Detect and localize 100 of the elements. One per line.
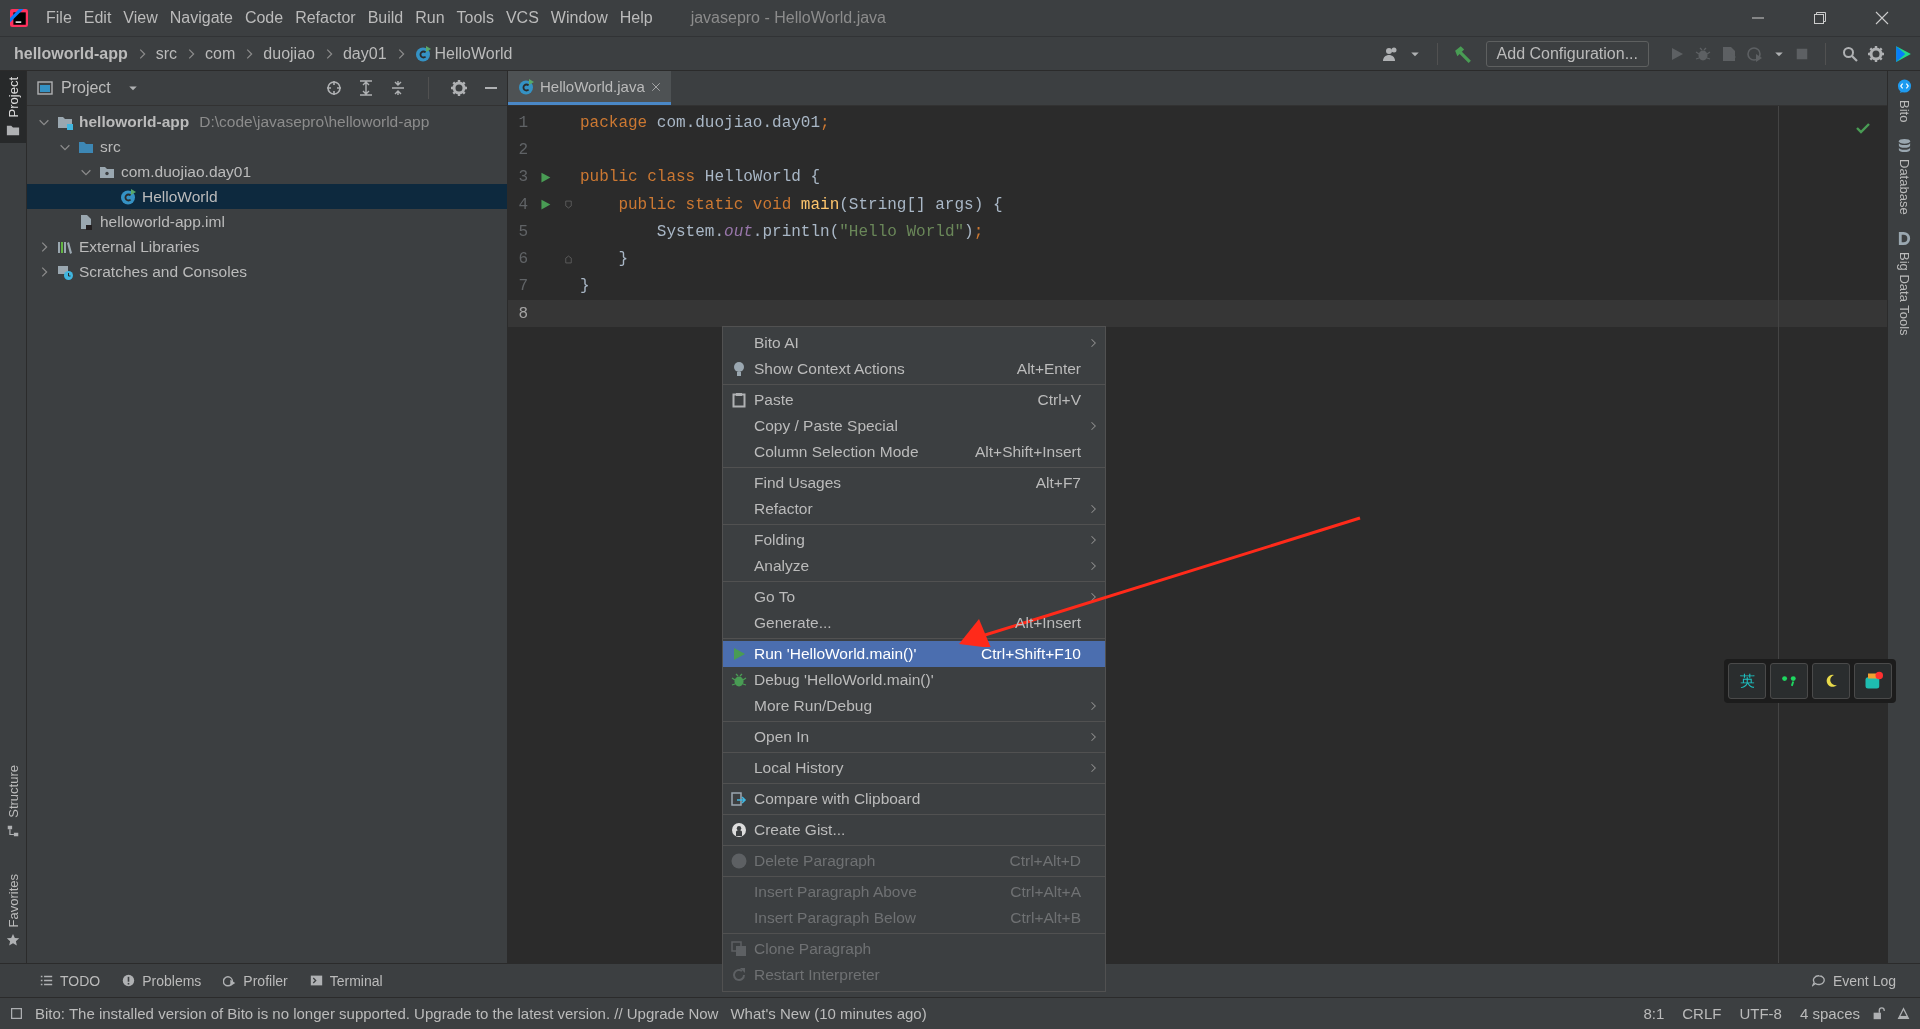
lock-icon[interactable] bbox=[1872, 1007, 1885, 1020]
menu-item[interactable]: Create Gist... bbox=[723, 817, 1105, 843]
warning-icon bbox=[122, 974, 136, 987]
search-icon[interactable] bbox=[1842, 45, 1858, 62]
menu-item[interactable]: Go To bbox=[723, 584, 1105, 610]
tree-item[interactable]: src bbox=[27, 134, 507, 159]
editor-tab[interactable]: HelloWorld.java bbox=[508, 71, 671, 105]
menu-item[interactable]: Build bbox=[361, 9, 410, 27]
tree-item[interactable]: helloworld-app D:\code\javasepro\helloworld-app bbox=[27, 109, 507, 134]
menu-item[interactable]: Paste Ctrl+V bbox=[723, 387, 1105, 413]
tool-window-icon bbox=[6, 123, 20, 138]
window-title: javasepro - HelloWorld.java bbox=[690, 9, 886, 27]
ime-button[interactable] bbox=[1770, 663, 1808, 699]
tree-item[interactable]: Scratches and Consoles bbox=[27, 259, 507, 284]
breadcrumb-item[interactable]: helloworld-app bbox=[14, 44, 128, 63]
status-message: Bito: The installed version of Bito is no longer supported. Upgrade to the latest version. // Upgrade Now bbox=[35, 1005, 719, 1022]
menu-item[interactable]: Run 'HelloWorld.main()' Ctrl+Shift+F10 bbox=[723, 641, 1105, 667]
menu-item[interactable]: VCS bbox=[499, 9, 545, 27]
close-icon[interactable] bbox=[1874, 10, 1890, 26]
menu-item[interactable]: Compare with Clipboard bbox=[723, 786, 1105, 812]
fold-icon bbox=[562, 199, 574, 211]
tool-window-button[interactable]: Profiler bbox=[223, 972, 288, 989]
app-logo-icon[interactable] bbox=[10, 9, 28, 27]
breadcrumb-item[interactable]: com bbox=[205, 44, 236, 63]
menu-item[interactable]: Window bbox=[544, 9, 614, 27]
line-number: 3 bbox=[517, 168, 528, 187]
tree-item[interactable]: External Libraries bbox=[27, 234, 507, 259]
tool-window-button[interactable]: Event Log bbox=[1811, 972, 1896, 989]
menu-item[interactable]: Debug 'HelloWorld.main()' bbox=[723, 667, 1105, 693]
status-item[interactable]: UTF-8 bbox=[1739, 1005, 1782, 1022]
tool-window-button[interactable]: Problems bbox=[122, 972, 202, 989]
breadcrumb-item[interactable]: HelloWorld bbox=[434, 44, 513, 63]
tree-item[interactable]: HelloWorld bbox=[27, 184, 507, 209]
menu-item[interactable]: Edit bbox=[77, 9, 118, 27]
menu-item[interactable]: Bito AI bbox=[723, 330, 1105, 356]
menu-item[interactable]: Find Usages Alt+F7 bbox=[723, 470, 1105, 496]
tool-window-icon bbox=[1896, 138, 1912, 154]
restore-icon[interactable] bbox=[1812, 10, 1828, 26]
menu-item[interactable]: More Run/Debug bbox=[723, 693, 1105, 719]
restart-icon bbox=[730, 967, 747, 983]
line-number: 7 bbox=[517, 277, 528, 296]
panel-title[interactable]: Project bbox=[61, 79, 111, 97]
tool-window-button[interactable]: Structure bbox=[0, 758, 26, 844]
menu-item[interactable]: Folding bbox=[723, 527, 1105, 553]
menu-item[interactable]: Refactor bbox=[289, 9, 362, 27]
add-configuration-button[interactable]: Add Configuration... bbox=[1485, 40, 1649, 67]
tree-item[interactable]: com.duojiao.day01 bbox=[27, 159, 507, 184]
menu-item[interactable]: Copy / Paste Special bbox=[723, 413, 1105, 439]
status-item[interactable]: 8:1 bbox=[1643, 1005, 1665, 1022]
run-gutter-icon[interactable] bbox=[538, 170, 552, 184]
collapse-all-icon[interactable] bbox=[390, 80, 406, 96]
class-icon bbox=[518, 78, 534, 95]
circle-icon bbox=[730, 853, 747, 869]
locate-icon[interactable] bbox=[326, 80, 342, 96]
tool-window-button[interactable]: Database bbox=[1888, 138, 1920, 216]
menu-item[interactable]: Run bbox=[409, 9, 451, 27]
ime-button[interactable] bbox=[1854, 663, 1892, 699]
settings-icon[interactable] bbox=[451, 80, 467, 96]
menu-item[interactable]: Tools bbox=[450, 9, 500, 27]
status-item[interactable]: 4 spaces bbox=[1799, 1005, 1860, 1022]
breadcrumb-item[interactable]: day01 bbox=[342, 44, 387, 63]
menu-item[interactable]: Column Selection Mode Alt+Shift+Insert bbox=[723, 439, 1105, 465]
people-icon[interactable] bbox=[1382, 45, 1399, 62]
run-gutter-icon[interactable] bbox=[538, 198, 552, 212]
tool-window-button[interactable]: Project bbox=[0, 71, 26, 144]
terminal-icon bbox=[309, 974, 323, 987]
code-line: System.out.println("Hello World"); bbox=[655, 222, 984, 241]
menu-item[interactable]: Analyze bbox=[723, 553, 1105, 579]
close-icon[interactable] bbox=[650, 81, 661, 92]
list-icon bbox=[40, 974, 53, 987]
breadcrumb-item[interactable]: duojiao bbox=[263, 44, 315, 63]
line-number: 5 bbox=[517, 222, 528, 241]
menu-item[interactable]: Code bbox=[238, 9, 290, 27]
menu-item[interactable]: Open In bbox=[723, 724, 1105, 750]
plugin-logo-icon[interactable] bbox=[1894, 44, 1912, 63]
class-icon bbox=[120, 188, 136, 205]
settings-icon[interactable] bbox=[1868, 45, 1884, 62]
tool-window-button[interactable]: Big Data Tools bbox=[1888, 231, 1920, 336]
layout-icon[interactable] bbox=[10, 1007, 23, 1020]
expand-all-icon[interactable] bbox=[358, 80, 374, 96]
menu-item[interactable]: Local History bbox=[723, 755, 1105, 781]
menu-item[interactable]: View bbox=[117, 9, 164, 27]
tool-window-button[interactable]: Bito bbox=[1888, 79, 1920, 123]
hammer-icon[interactable] bbox=[1453, 44, 1472, 63]
tool-window-button[interactable]: Favorites bbox=[0, 867, 26, 953]
status-item[interactable]: CRLF bbox=[1682, 1005, 1722, 1022]
breadcrumb-item[interactable]: src bbox=[155, 44, 178, 63]
line-number: 8 bbox=[517, 304, 528, 323]
shortcut-text: Ctrl+Shift+F10 bbox=[981, 645, 1081, 663]
menu-item[interactable]: Show Context Actions Alt+Enter bbox=[723, 356, 1105, 382]
tool-window-button[interactable]: Terminal bbox=[309, 972, 383, 989]
menu-item[interactable]: File bbox=[40, 9, 78, 27]
tool-window-button[interactable]: TODO bbox=[40, 972, 101, 989]
ime-button[interactable]: 英 bbox=[1728, 663, 1766, 699]
menu-item[interactable]: Help bbox=[613, 9, 659, 27]
tree-item[interactable]: helloworld-app.iml bbox=[27, 209, 507, 234]
ime-button[interactable] bbox=[1812, 663, 1850, 699]
menu-item[interactable]: Navigate bbox=[163, 9, 239, 27]
module-path: D:\code\javasepro\helloworld-app bbox=[199, 112, 430, 131]
menu-item[interactable]: Refactor bbox=[723, 496, 1105, 522]
